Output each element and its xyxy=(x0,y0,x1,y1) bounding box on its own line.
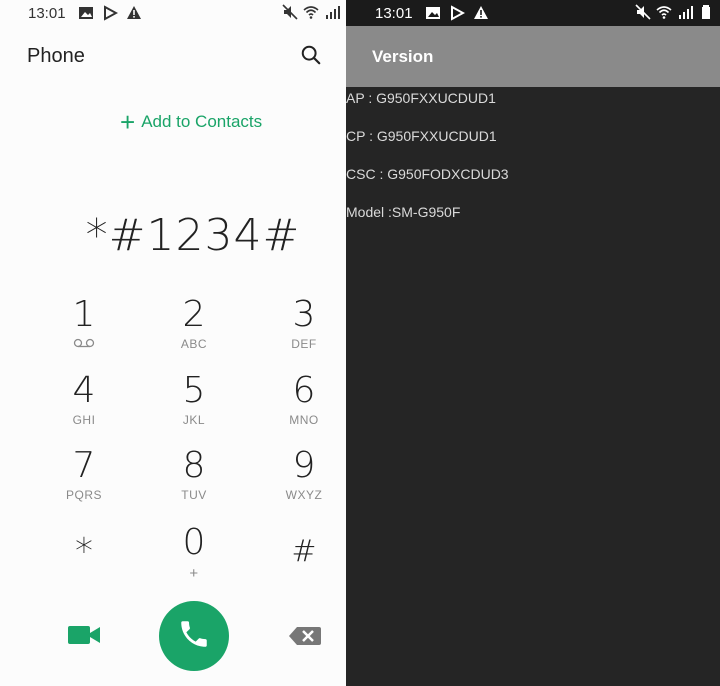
key-digit: # xyxy=(291,534,317,569)
key-letters: MNO xyxy=(289,413,319,427)
model-row: Model :SM-G950F xyxy=(346,204,461,220)
key-digit: 7 xyxy=(72,445,96,486)
key-letters: WXYZ xyxy=(285,488,323,502)
phone-dialer-screen: 13:01 Phone + Add to Contacts *#1234# 1 … xyxy=(0,0,346,686)
key-digit: 0 xyxy=(182,522,206,563)
backspace-button[interactable] xyxy=(288,626,322,646)
key-letters: + xyxy=(189,565,199,582)
warning-icon xyxy=(126,5,142,21)
plus-icon: + xyxy=(120,107,136,137)
mute-icon xyxy=(282,4,298,20)
voicemail-icon xyxy=(39,337,129,351)
cp-version-row: CP : G950FXXUCDUD1 xyxy=(346,128,497,144)
status-bar: 13:01 xyxy=(346,0,720,26)
search-icon xyxy=(300,45,322,70)
key-digit: 4 xyxy=(72,370,96,411)
status-time: 13:01 xyxy=(28,4,66,22)
dialed-number[interactable]: *#1234# xyxy=(0,210,346,261)
key-7[interactable]: 7 PQRS xyxy=(39,446,129,516)
gallery-icon xyxy=(78,5,94,21)
call-button[interactable] xyxy=(159,601,229,671)
ap-version-row: AP : G950FXXUCDUD1 xyxy=(346,90,496,106)
key-digit: 6 xyxy=(292,370,316,411)
key-8[interactable]: 8 TUV xyxy=(149,446,239,516)
key-digit: 8 xyxy=(182,445,206,486)
backspace-icon xyxy=(288,627,322,650)
warning-icon xyxy=(473,5,489,21)
add-to-contacts-label: Add to Contacts xyxy=(141,112,263,131)
search-button[interactable] xyxy=(300,44,324,68)
gallery-icon xyxy=(425,5,441,21)
page-title: Version xyxy=(372,47,434,66)
status-time: 13:01 xyxy=(375,4,413,22)
key-digit: 1 xyxy=(72,294,96,335)
key-digit: 2 xyxy=(182,294,206,335)
app-title: Phone xyxy=(27,45,85,67)
key-4[interactable]: 4 GHI xyxy=(39,371,129,441)
version-info-list: AP : G950FXXUCDUD1 CP : G950FXXUCDUD1 CS… xyxy=(346,88,720,240)
play-store-icon xyxy=(102,5,118,21)
battery-icon xyxy=(698,4,714,20)
wifi-icon xyxy=(303,4,319,20)
key-9[interactable]: 9 WXYZ xyxy=(259,446,346,516)
signal-icon xyxy=(324,4,340,20)
video-call-button[interactable] xyxy=(66,622,102,648)
key-1[interactable]: 1 xyxy=(39,295,129,365)
phone-call-icon xyxy=(177,617,211,656)
key-5[interactable]: 5 JKL xyxy=(149,371,239,441)
mute-icon xyxy=(635,4,651,20)
key-hash[interactable]: # xyxy=(259,532,346,602)
key-3[interactable]: 3 DEF xyxy=(259,295,346,365)
toolbar: Version xyxy=(346,26,720,87)
play-store-icon xyxy=(449,5,465,21)
add-to-contacts-button[interactable]: + Add to Contacts xyxy=(120,107,263,137)
video-call-icon xyxy=(66,626,102,652)
version-screen: 13:01 Version AP: G950FXXUCDUD1 CP: G9… xyxy=(346,0,720,686)
key-letters: TUV xyxy=(181,488,207,502)
signal-icon xyxy=(677,4,693,20)
status-bar: 13:01 xyxy=(0,0,346,26)
key-digit: 5 xyxy=(182,370,206,411)
key-digit: 9 xyxy=(292,445,316,486)
key-digit: * xyxy=(75,531,93,572)
key-letters: JKL xyxy=(182,413,206,427)
key-digit: 3 xyxy=(292,294,316,335)
key-letters: DEF xyxy=(291,337,317,351)
csc-version-row: CSC : G950FODXCDUD3 xyxy=(346,166,509,182)
key-letters: PQRS xyxy=(65,488,102,502)
key-star[interactable]: * xyxy=(39,532,129,602)
key-letters: ABC xyxy=(180,337,208,351)
call-actions xyxy=(0,598,346,678)
wifi-icon xyxy=(656,4,672,20)
key-0[interactable]: 0 + xyxy=(149,523,239,593)
key-6[interactable]: 6 MNO xyxy=(259,371,346,441)
key-2[interactable]: 2 ABC xyxy=(149,295,239,365)
key-letters: GHI xyxy=(72,413,96,427)
